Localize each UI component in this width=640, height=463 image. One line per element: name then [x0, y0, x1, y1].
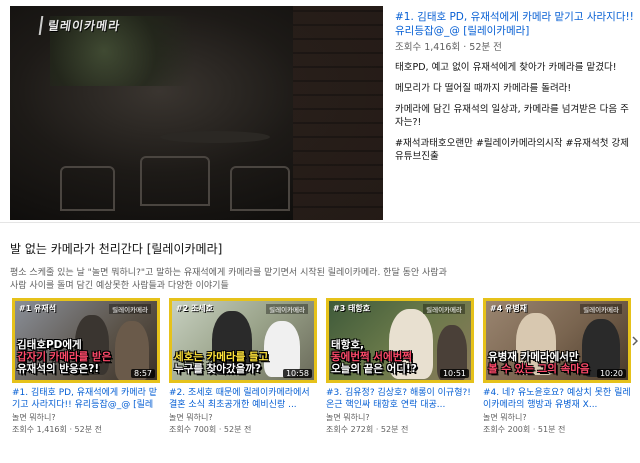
- meta-separator: ·: [532, 425, 536, 434]
- featured-description: 태호PD, 예고 없이 유재석에게 찾아가 카메라를 맡겼다! 메모리가 다 떨…: [395, 61, 635, 163]
- video-views: 조회수 272회: [326, 425, 374, 434]
- caption-line: 누구를 찾아갔을까?: [174, 363, 262, 375]
- channel-name[interactable]: 놀면 뭐하니?: [12, 412, 160, 423]
- video-title[interactable]: #3. 김유정? 김상호? 해롱이 이규형?! 온근 핵인싸 태항호 연락 대공…: [326, 387, 474, 411]
- video-duration: 10:58: [282, 369, 312, 378]
- channel-name[interactable]: 놀면 뭐하니?: [169, 412, 317, 423]
- player-scene-chair: [60, 166, 115, 211]
- video-age: 51분 전: [537, 425, 566, 434]
- thumbnail-brand: 릴레이카메라: [266, 304, 308, 314]
- meta-separator: ·: [375, 425, 379, 434]
- playlist-shelf: 발 없는 카메라가 천리간다 [릴레이카메라] 평소 스케줄 있는 날 "놀면 …: [10, 240, 635, 293]
- featured-hashtags[interactable]: #재석과태호오랜만 #릴레이카메라의시작 #유재석첫 강제유튜브진출: [395, 137, 635, 163]
- caption-line: 오늘의 끝은 어디!?: [331, 363, 417, 375]
- caption-line: 세호는 카메라를 들고: [174, 351, 269, 363]
- player-scene-chair: [140, 156, 210, 206]
- player-scene-wall: [293, 6, 383, 220]
- thumbnail-caption: 세호는 카메라를 들고 누구를 찾아갔을까?: [174, 351, 294, 375]
- thumbnail-tag: #2 조세호: [176, 304, 214, 313]
- video-card[interactable]: #3 태항호 릴레이카메라 태항호, 동에번쩍 서에번쩍 오늘의 끝은 어디!?…: [326, 298, 474, 435]
- video-title[interactable]: #2. 조세호 때문에 릴레이카메라에서 결혼 소식 최초공개한 예비신랑 ..…: [169, 387, 317, 411]
- video-views: 조회수 1,416회: [12, 425, 67, 434]
- video-thumbnail[interactable]: #1 유재석 릴레이카메라 김태호PD에게 갑자기 카메라를 받은 유재석의 반…: [12, 298, 160, 383]
- meta-separator: ·: [463, 42, 467, 53]
- meta-separator: ·: [218, 425, 222, 434]
- chevron-right-icon-glyph: [632, 336, 639, 346]
- video-views: 조회수 200회: [483, 425, 531, 434]
- video-duration: 8:57: [131, 369, 155, 378]
- caption-line: 갑자기 카메라를 받은: [17, 351, 112, 363]
- caption-line: 동에번쩍 서에번쩍: [331, 351, 412, 363]
- thumbnail-tag: #4 유병재: [490, 304, 528, 313]
- featured-description-line: 태호PD, 예고 없이 유재석에게 찾아가 카메라를 맡겼다!: [395, 62, 617, 73]
- video-thumbnail[interactable]: #4 유병재 릴레이카메라 유병재 카메라에서만 볼 수 있는 그의 속마음 1…: [483, 298, 631, 383]
- featured-meta: 조회수 1,416회 · 52분 전: [395, 39, 635, 53]
- player-overlay-logo: 릴레이카메라: [38, 16, 128, 35]
- video-duration: 10:20: [596, 369, 626, 378]
- video-meta: 조회수 200회 · 51분 전: [483, 424, 631, 435]
- video-title[interactable]: #4. 네? 유노윤호요? 예상치 못한 릴레이카메라의 행방과 유병재 X..…: [483, 387, 631, 411]
- video-row: #1 유재석 릴레이카메라 김태호PD에게 갑자기 카메라를 받은 유재석의 반…: [12, 298, 631, 448]
- player-scene-chair: [230, 166, 290, 211]
- video-meta: 조회수 1,416회 · 52분 전: [12, 424, 160, 435]
- video-age: 52분 전: [223, 425, 252, 434]
- video-age: 52분 전: [380, 425, 409, 434]
- video-thumbnail[interactable]: #2 조세호 릴레이카메라 세호는 카메라를 들고 누구를 찾아갔을까? 10:…: [169, 298, 317, 383]
- featured-description-line: 카메라에 담긴 유재석의 일상과, 카메라를 넘겨받은 다음 주자는?!: [395, 104, 629, 128]
- thumbnail-caption: 태항호, 동에번쩍 서에번쩍 오늘의 끝은 어디!?: [331, 339, 451, 375]
- thumbnail-tag: #3 태항호: [333, 304, 371, 313]
- video-meta: 조회수 272회 · 52분 전: [326, 424, 474, 435]
- channel-name[interactable]: 놀면 뭐하니?: [326, 412, 474, 423]
- shelf-title[interactable]: 발 없는 카메라가 천리간다 [릴레이카메라]: [10, 240, 635, 257]
- video-age: 52분 전: [74, 425, 102, 434]
- caption-line: 태항호,: [331, 339, 364, 351]
- video-meta: 조회수 700회 · 52분 전: [169, 424, 317, 435]
- video-title[interactable]: #1. 김태호 PD, 유재석에게 카메라 맡기고 사라지다!! 유리등잡@_@…: [12, 387, 160, 411]
- video-thumbnail[interactable]: #3 태항호 릴레이카메라 태항호, 동에번쩍 서에번쩍 오늘의 끝은 어디!?…: [326, 298, 474, 383]
- meta-separator: ·: [69, 425, 72, 434]
- video-card[interactable]: #1 유재석 릴레이카메라 김태호PD에게 갑자기 카메라를 받은 유재석의 반…: [12, 298, 160, 435]
- video-duration: 10:51: [439, 369, 469, 378]
- thumbnail-brand: 릴레이카메라: [423, 304, 465, 314]
- thumbnail-brand: 릴레이카메라: [580, 304, 622, 314]
- channel-name[interactable]: 놀면 뭐하니?: [483, 412, 631, 423]
- chevron-right-icon[interactable]: [630, 336, 640, 350]
- video-card[interactable]: #4 유병재 릴레이카메라 유병재 카메라에서만 볼 수 있는 그의 속마음 1…: [483, 298, 631, 435]
- caption-line: 김태호PD에게: [17, 339, 82, 351]
- video-card[interactable]: #2 조세호 릴레이카메라 세호는 카메라를 들고 누구를 찾아갔을까? 10:…: [169, 298, 317, 435]
- featured-title[interactable]: #1. 김태호 PD, 유재석에게 카메라 맡기고 사라지다!! 유리등잡@_@…: [395, 10, 635, 38]
- section-divider: [0, 222, 640, 223]
- video-player[interactable]: 릴레이카메라: [10, 6, 383, 220]
- featured-info: #1. 김태호 PD, 유재석에게 카메라 맡기고 사라지다!! 유리등잡@_@…: [395, 10, 635, 163]
- thumbnail-brand: 릴레이카메라: [109, 304, 151, 314]
- video-views: 조회수 700회: [169, 425, 217, 434]
- featured-description-line: 메모리가 다 떨어질 때까지 카메라를 돌려라!: [395, 83, 572, 94]
- featured-views: 조회수 1,416회: [395, 42, 461, 53]
- caption-line: 유재석의 반응은?!: [17, 363, 100, 375]
- thumbnail-caption: 김태호PD에게 갑자기 카메라를 받은 유재석의 반응은?!: [17, 339, 137, 375]
- caption-line: 유병재 카메라에서만: [488, 351, 579, 363]
- shelf-description: 평소 스케줄 있는 날 "놀면 뭐하니?"고 말하는 유재석에게 카메라를 맡기…: [10, 268, 447, 291]
- featured-age: 52분 전: [469, 42, 502, 53]
- featured-video: 릴레이카메라 #1. 김태호 PD, 유재석에게 카메라 맡기고 사라지다!! …: [0, 0, 640, 222]
- player-scene-table: [160, 131, 270, 143]
- thumbnail-tag: #1 유재석: [19, 304, 57, 313]
